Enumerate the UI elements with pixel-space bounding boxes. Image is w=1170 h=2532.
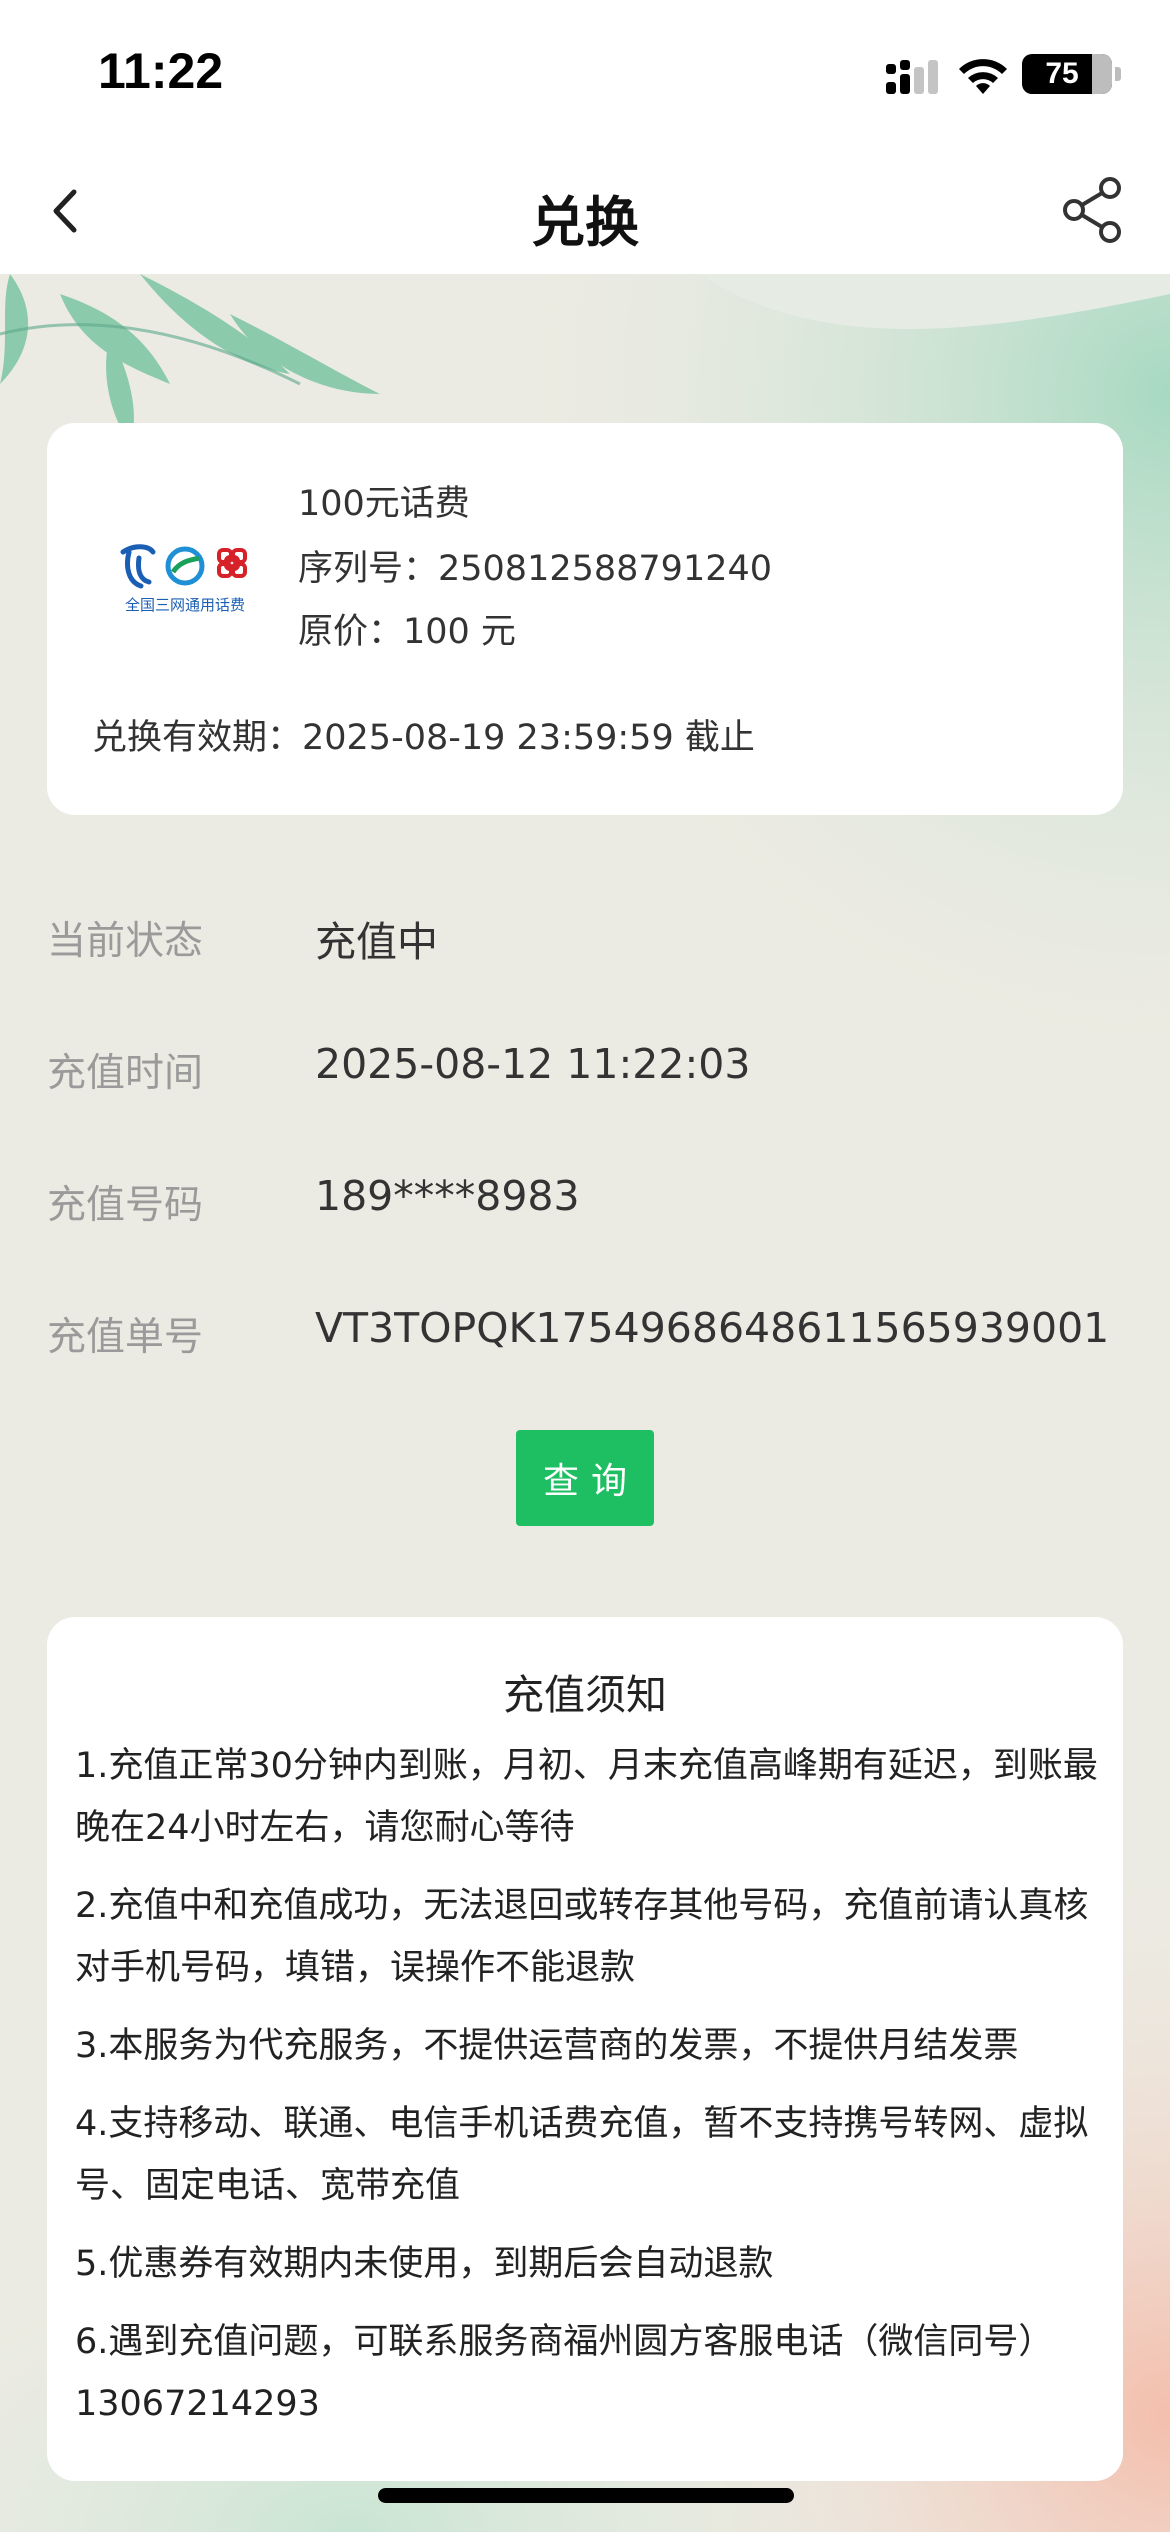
wifi-icon <box>959 59 1007 94</box>
page-title: 兑换 <box>531 191 639 254</box>
time-value: 2025-08-12 11:22:03 <box>315 1040 751 1088</box>
status-bar: 11:22 75 <box>0 0 1170 148</box>
signal-icon <box>886 60 938 94</box>
share-icon <box>1063 177 1121 243</box>
carrier-logos-icon <box>120 544 247 589</box>
time-label: 充值时间 <box>47 1051 204 1096</box>
phone-value: 189****8983 <box>315 1172 580 1220</box>
validity-period: 兑换有效期：2025-08-19 23:59:59 截止 <box>92 718 755 758</box>
share-button[interactable] <box>1058 174 1130 246</box>
notice-title: 充值须知 <box>503 1671 667 1719</box>
notice-item: 2.充值中和充值成功，无法退回或转存其他号码，充值前请认真核对手机号码，填错，误… <box>75 1886 1089 1988</box>
status-label: 当前状态 <box>47 919 204 964</box>
original-price: 原价：100 元 <box>298 612 516 652</box>
notice-item: 3.本服务为代充服务，不提供运营商的发票，不提供月结发票 <box>75 2026 1019 2066</box>
order-value: VT3TOPQK17549686486115659390​01 <box>315 1304 1110 1352</box>
battery-icon: 75 <box>1022 54 1122 96</box>
status-time: 11:22 <box>98 43 224 99</box>
query-button[interactable]: 查询 <box>516 1430 654 1526</box>
status-value: 充值中 <box>315 918 438 966</box>
product-card: 全国三网通用话费 100元话费 序列号：250812588791240 原价：1… <box>47 423 1123 815</box>
product-name: 100元话费 <box>298 484 470 524</box>
notice-item: 4.支持移动、联通、电信手机话费充值，暂不支持携号转网、虚拟号、固定电话、宽带充… <box>75 2104 1089 2206</box>
order-label: 充值单号 <box>47 1315 204 1360</box>
notice-card: 充值须知 1.充值正常30分钟内到账，月初、月末充值高峰期有延迟，到账最晚在24… <box>47 1617 1123 2481</box>
status-icons: 75 <box>822 50 1122 102</box>
notice-list: 1.充值正常30分钟内到账，月初、月末充值高峰期有延迟，到账最晚在24小时左右，… <box>75 1735 1105 2451</box>
logo-caption: 全国三网通用话费 <box>124 596 245 614</box>
home-indicator[interactable] <box>378 2488 794 2503</box>
carrier-logo: 全国三网通用话费 <box>115 538 255 628</box>
notice-item: 1.充值正常30分钟内到账，月初、月末充值高峰期有延迟，到账最晚在24小时左右，… <box>75 1746 1098 1848</box>
phone-label: 充值号码 <box>47 1183 204 1228</box>
serial-number: 序列号：250812588791240 <box>298 549 773 589</box>
notice-item: 5.优惠券有效期内未使用，到期后会自动退款 <box>75 2244 774 2284</box>
nav-bar: 兑换 <box>0 148 1170 274</box>
notice-item: 6.遇到充值问题，可联系服务商福州圆方客服电话（微信同号）13067214293 <box>75 2322 1054 2424</box>
battery-level: 75 <box>1045 57 1079 90</box>
